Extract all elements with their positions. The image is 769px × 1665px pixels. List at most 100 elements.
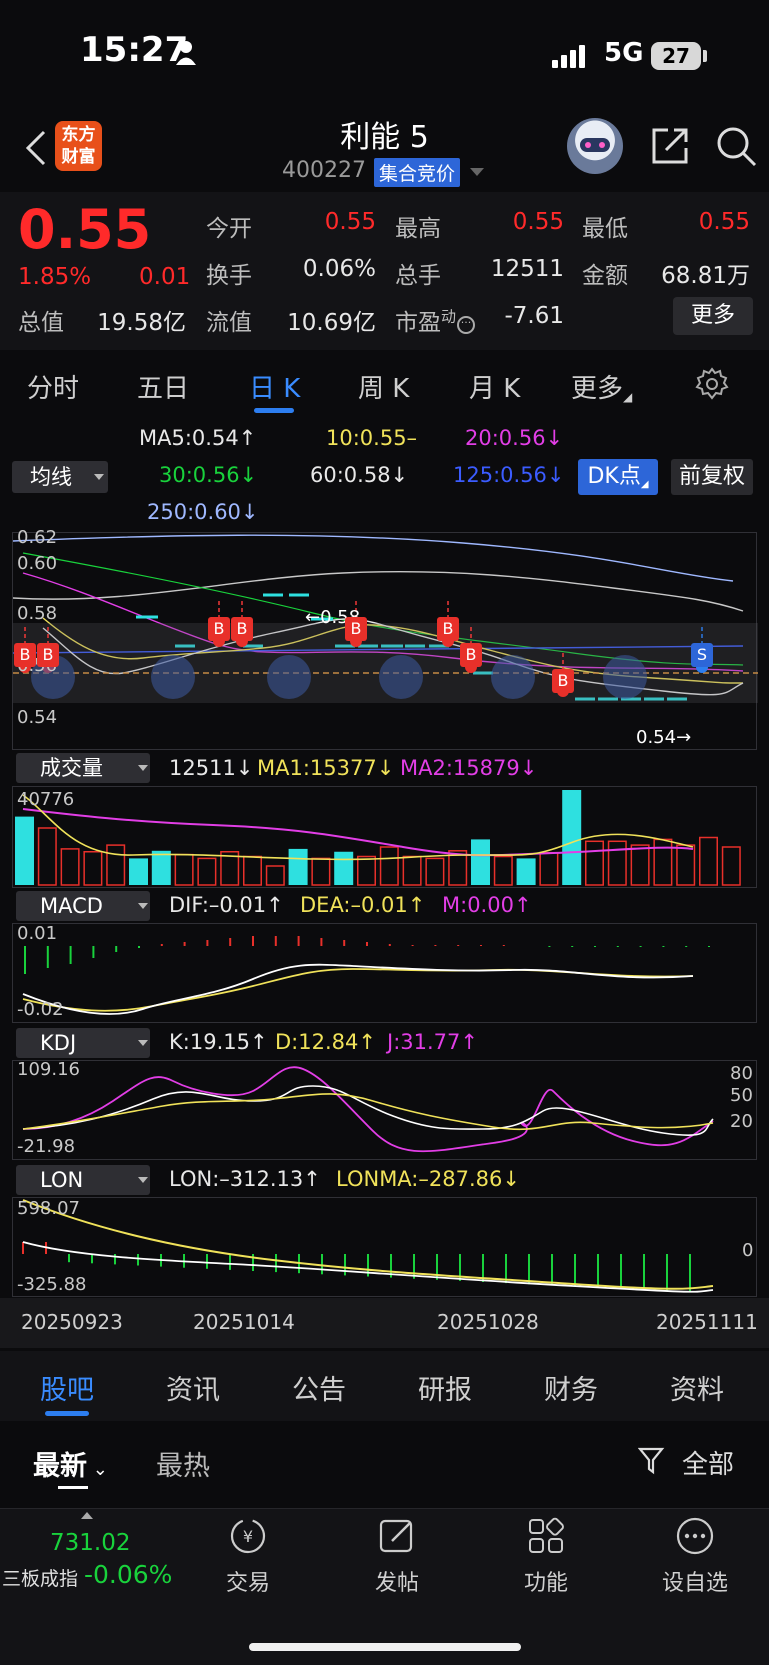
kdj-chart[interactable]: 109.16 -21.98 80 50 20 <box>12 1059 757 1160</box>
tab-five-day[interactable]: 五日 <box>137 368 189 405</box>
lon-value: LON:–312.13↑ <box>169 1167 321 1191</box>
volume-bar <box>471 839 490 885</box>
volume-max-label: 40776 <box>17 789 75 810</box>
buy-signal[interactable]: B <box>437 617 459 641</box>
buy-signal[interactable]: B <box>460 643 482 667</box>
chevron-up-icon[interactable] <box>81 1512 93 1519</box>
volume-value: 12511 <box>490 256 564 282</box>
macd-indicator-select[interactable]: MACD <box>16 891 150 921</box>
chevron-down-icon <box>94 474 104 480</box>
person-icon <box>176 41 196 65</box>
low-value: 0.55 <box>698 209 750 235</box>
macd-bottom-label: -0.02 <box>17 999 64 1020</box>
tab-monthly-k[interactable]: 月 K <box>469 368 520 405</box>
nav-watchlist[interactable]: 设自选 <box>650 1515 740 1597</box>
chevron-down-icon <box>138 1040 148 1046</box>
y-label-060: 0.60 <box>17 553 58 574</box>
nav-functions[interactable]: 功能 <box>501 1515 591 1597</box>
float-value: 10.69亿 <box>287 310 376 336</box>
chevron-down-icon <box>138 903 148 909</box>
total-value: 19.58亿 <box>97 310 186 336</box>
lonma-value: LONMA:–287.86↓ <box>336 1167 520 1191</box>
turnover-value: 0.06% <box>302 256 376 282</box>
battery-indicator: 27 <box>651 42 701 70</box>
status-time: 15:27 <box>80 30 189 70</box>
ma20-legend: 20:0.56↓ <box>465 426 564 450</box>
ma250-legend: 250:0.60↓ <box>147 500 259 524</box>
volume-bar <box>37 827 57 886</box>
macd-dif: DIF:–0.01↑ <box>169 893 284 917</box>
index-value[interactable]: 731.02 <box>50 1530 130 1556</box>
volume-chart[interactable]: 40776 <box>12 786 757 888</box>
kdj-50-label: 50 <box>730 1085 753 1106</box>
volume-bar <box>357 855 376 886</box>
filter-all[interactable]: 全部 <box>682 1444 734 1481</box>
buy-signal[interactable]: B <box>345 617 367 641</box>
tab-intraday[interactable]: 分时 <box>27 368 79 405</box>
share-icon[interactable] <box>648 124 692 168</box>
home-indicator[interactable] <box>249 1643 521 1651</box>
kdj-bottom-label: -21.98 <box>17 1136 76 1157</box>
more-button[interactable]: 更多 <box>673 297 753 335</box>
tab-announcements[interactable]: 公告 <box>292 1368 346 1407</box>
nav-post[interactable]: 发帖 <box>352 1515 442 1597</box>
volume-ma1: MA1:15377↓ <box>257 756 395 780</box>
kline-chart[interactable]: 0.62 0.60 0.58 0.56 0.54 ←0.58 0.54→ B B… <box>12 527 758 750</box>
gear-icon[interactable] <box>694 366 730 402</box>
kdj-80-label: 80 <box>730 1063 753 1084</box>
search-icon[interactable] <box>714 124 758 168</box>
tab-weekly-k[interactable]: 周 K <box>358 368 409 405</box>
y-label-058: 0.58 <box>17 603 58 624</box>
volume-bar <box>379 846 399 886</box>
macd-chart[interactable]: 0.01 -0.02 <box>12 923 757 1023</box>
buy-signal[interactable]: B <box>14 643 36 667</box>
volume-bar <box>425 857 445 886</box>
tab-more[interactable]: 更多◢ <box>571 368 632 405</box>
more-dots-icon <box>676 1517 714 1555</box>
buy-signal[interactable]: B <box>231 617 253 641</box>
volume-bar <box>585 840 604 886</box>
dk-point-button[interactable]: DK点◢ <box>578 459 658 495</box>
chevron-down-icon[interactable] <box>470 168 484 176</box>
tab-finance[interactable]: 财务 <box>544 1368 598 1407</box>
last-price: 0.55 <box>18 198 152 261</box>
chevron-down-icon <box>138 1177 148 1183</box>
volume-bar <box>630 844 650 886</box>
tab-forum[interactable]: 股吧 <box>40 1368 94 1407</box>
lon-indicator-select[interactable]: LON <box>16 1165 150 1195</box>
high-label: 最高 <box>395 216 441 242</box>
pe-value: -7.61 <box>504 303 564 329</box>
buy-signal[interactable]: B <box>208 617 230 641</box>
volume-indicator-select[interactable]: 成交量 <box>16 753 150 783</box>
tab-research[interactable]: 研报 <box>418 1368 472 1407</box>
lon-chart[interactable]: 598.07 -325.88 0 <box>12 1197 757 1297</box>
tab-profile[interactable]: 资料 <box>670 1368 724 1407</box>
filter-hottest[interactable]: 最热 <box>156 1444 210 1483</box>
chevron-down-icon <box>138 765 148 771</box>
volume-bar <box>83 851 103 886</box>
date-label: 20251111 <box>656 1310 758 1334</box>
pe-label: 市盈动 ··· <box>395 303 476 337</box>
sell-signal[interactable]: S <box>691 643 713 667</box>
grid-icon <box>529 1517 564 1553</box>
tab-news[interactable]: 资讯 <box>166 1368 220 1407</box>
nav-trade[interactable]: ¥ 交易 <box>203 1515 293 1597</box>
turnover-label: 换手 <box>206 263 252 289</box>
buy-signal[interactable]: B <box>552 669 574 693</box>
auction-badge: 集合竞价 <box>374 158 461 187</box>
low-label: 最低 <box>582 216 628 242</box>
buy-signal[interactable]: B <box>37 643 59 667</box>
filter-latest[interactable]: 最新 ⌄ <box>33 1444 108 1483</box>
signal-icon <box>552 45 585 68</box>
index-change: -0.06% <box>84 1560 173 1589</box>
volume-bar <box>402 855 422 886</box>
y-label-062: 0.62 <box>17 527 58 548</box>
macd-top-label: 0.01 <box>17 923 58 944</box>
kdj-indicator-select[interactable]: KDJ <box>16 1028 150 1058</box>
forward-adjust-button[interactable]: 前复权 <box>671 459 753 495</box>
volume-bar <box>653 838 673 886</box>
volume-bar <box>265 865 285 886</box>
tab-daily-k[interactable]: 日 K <box>249 368 300 405</box>
filter-icon[interactable] <box>638 1446 666 1476</box>
robot-assistant-icon[interactable] <box>567 118 623 174</box>
